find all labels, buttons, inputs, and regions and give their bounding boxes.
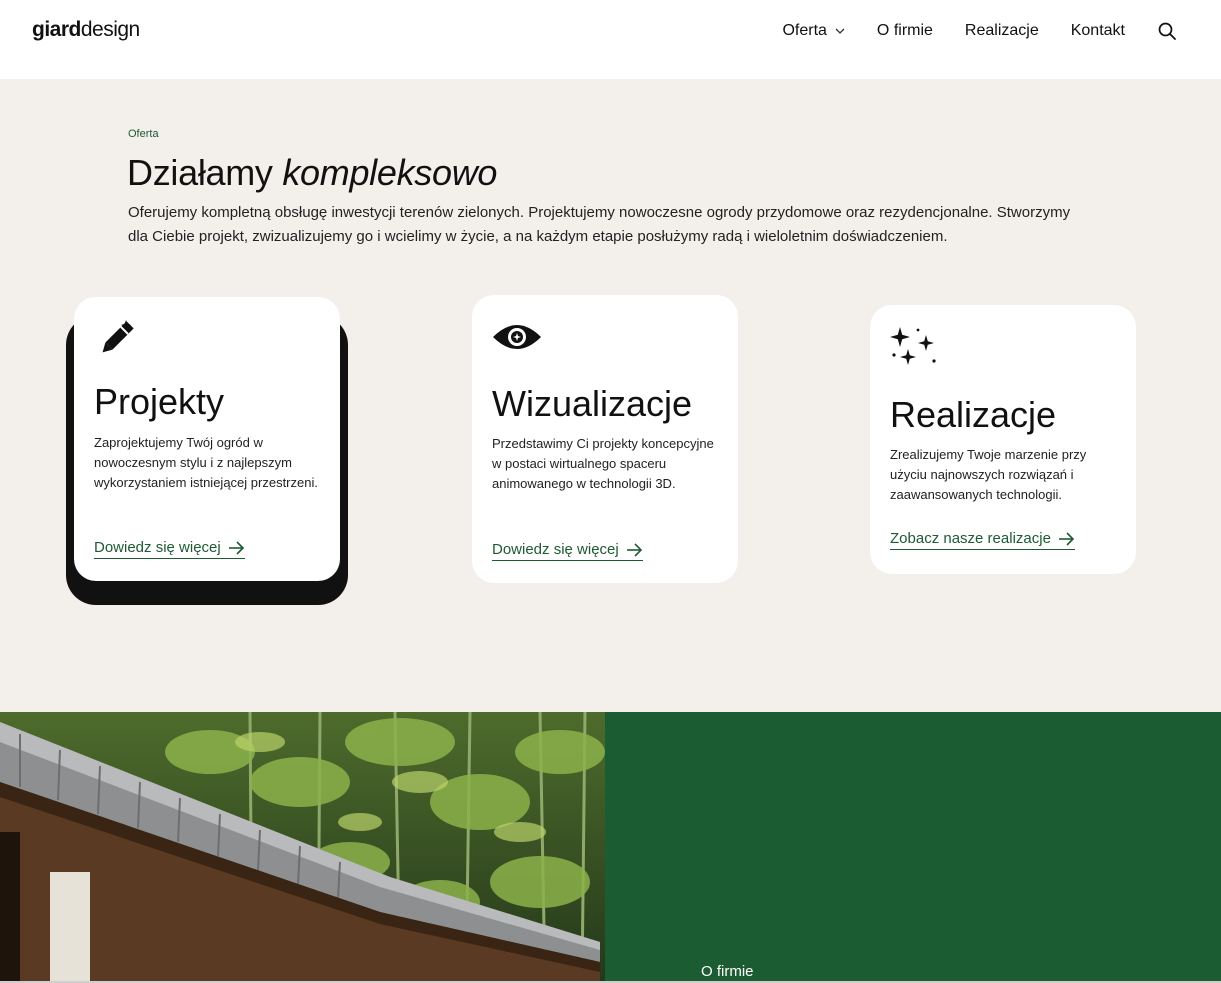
card-link-more[interactable]: Dowiedz się więcej <box>492 541 643 561</box>
card-title: Wizualizacje <box>492 383 693 424</box>
site-header: giarddesign Oferta O firmie Realizacje K… <box>0 0 1221 79</box>
pencil-sparkle-icon <box>94 317 138 361</box>
card-title: Projekty <box>94 381 225 422</box>
offer-card-realizacje[interactable]: Realizacje Zrealizujemy Twoje marzenie p… <box>870 305 1136 574</box>
chevron-down-icon <box>835 25 845 37</box>
eye-icon <box>492 315 541 359</box>
offer-card-projekty[interactable]: Projekty Zaprojektujemy Twój ogród w now… <box>74 297 340 581</box>
nav-item-kontakt[interactable]: Kontakt <box>1071 20 1125 42</box>
about-panel: O firmie <box>605 712 1221 983</box>
offer-section: Oferta Działamy kompleksowo Oferujemy ko… <box>0 79 1221 712</box>
card-title: Realizacje <box>890 394 1057 435</box>
arrow-right-icon <box>626 542 643 557</box>
offer-card-wizualizacje[interactable]: Wizualizacje Przedstawimy Ci projekty ko… <box>472 295 738 583</box>
card-text: Zrealizujemy Twoje marzenie przy użyciu … <box>890 447 1087 502</box>
card-text: Przedstawimy Ci projekty koncepcyjne w p… <box>492 436 714 491</box>
section-eyebrow: Oferta <box>128 128 159 140</box>
logo[interactable]: giarddesign <box>32 18 140 42</box>
section-lead: Oferujemy kompletną obsługę inwestycji t… <box>128 204 1071 245</box>
nav-item-oferta[interactable]: Oferta <box>782 20 845 42</box>
garden-photo <box>0 712 605 983</box>
search-icon[interactable] <box>1158 22 1176 40</box>
card-text: Zaprojektujemy Twój ogród w nowoczesnym … <box>94 435 318 490</box>
main-nav: Oferta O firmie Realizacje Kontakt <box>750 20 1176 42</box>
about-label: O firmie <box>701 963 754 980</box>
nav-item-o-firmie[interactable]: O firmie <box>877 20 933 42</box>
page-title: Działamy kompleksowo <box>127 152 498 193</box>
arrow-right-icon <box>228 540 245 555</box>
sparkles-icon <box>890 325 936 369</box>
nav-item-realizacje[interactable]: Realizacje <box>965 20 1039 42</box>
card-link-realizacje[interactable]: Zobacz nasze realizacje <box>890 530 1075 550</box>
card-link-more[interactable]: Dowiedz się więcej <box>94 539 245 559</box>
arrow-right-icon <box>1058 531 1075 546</box>
